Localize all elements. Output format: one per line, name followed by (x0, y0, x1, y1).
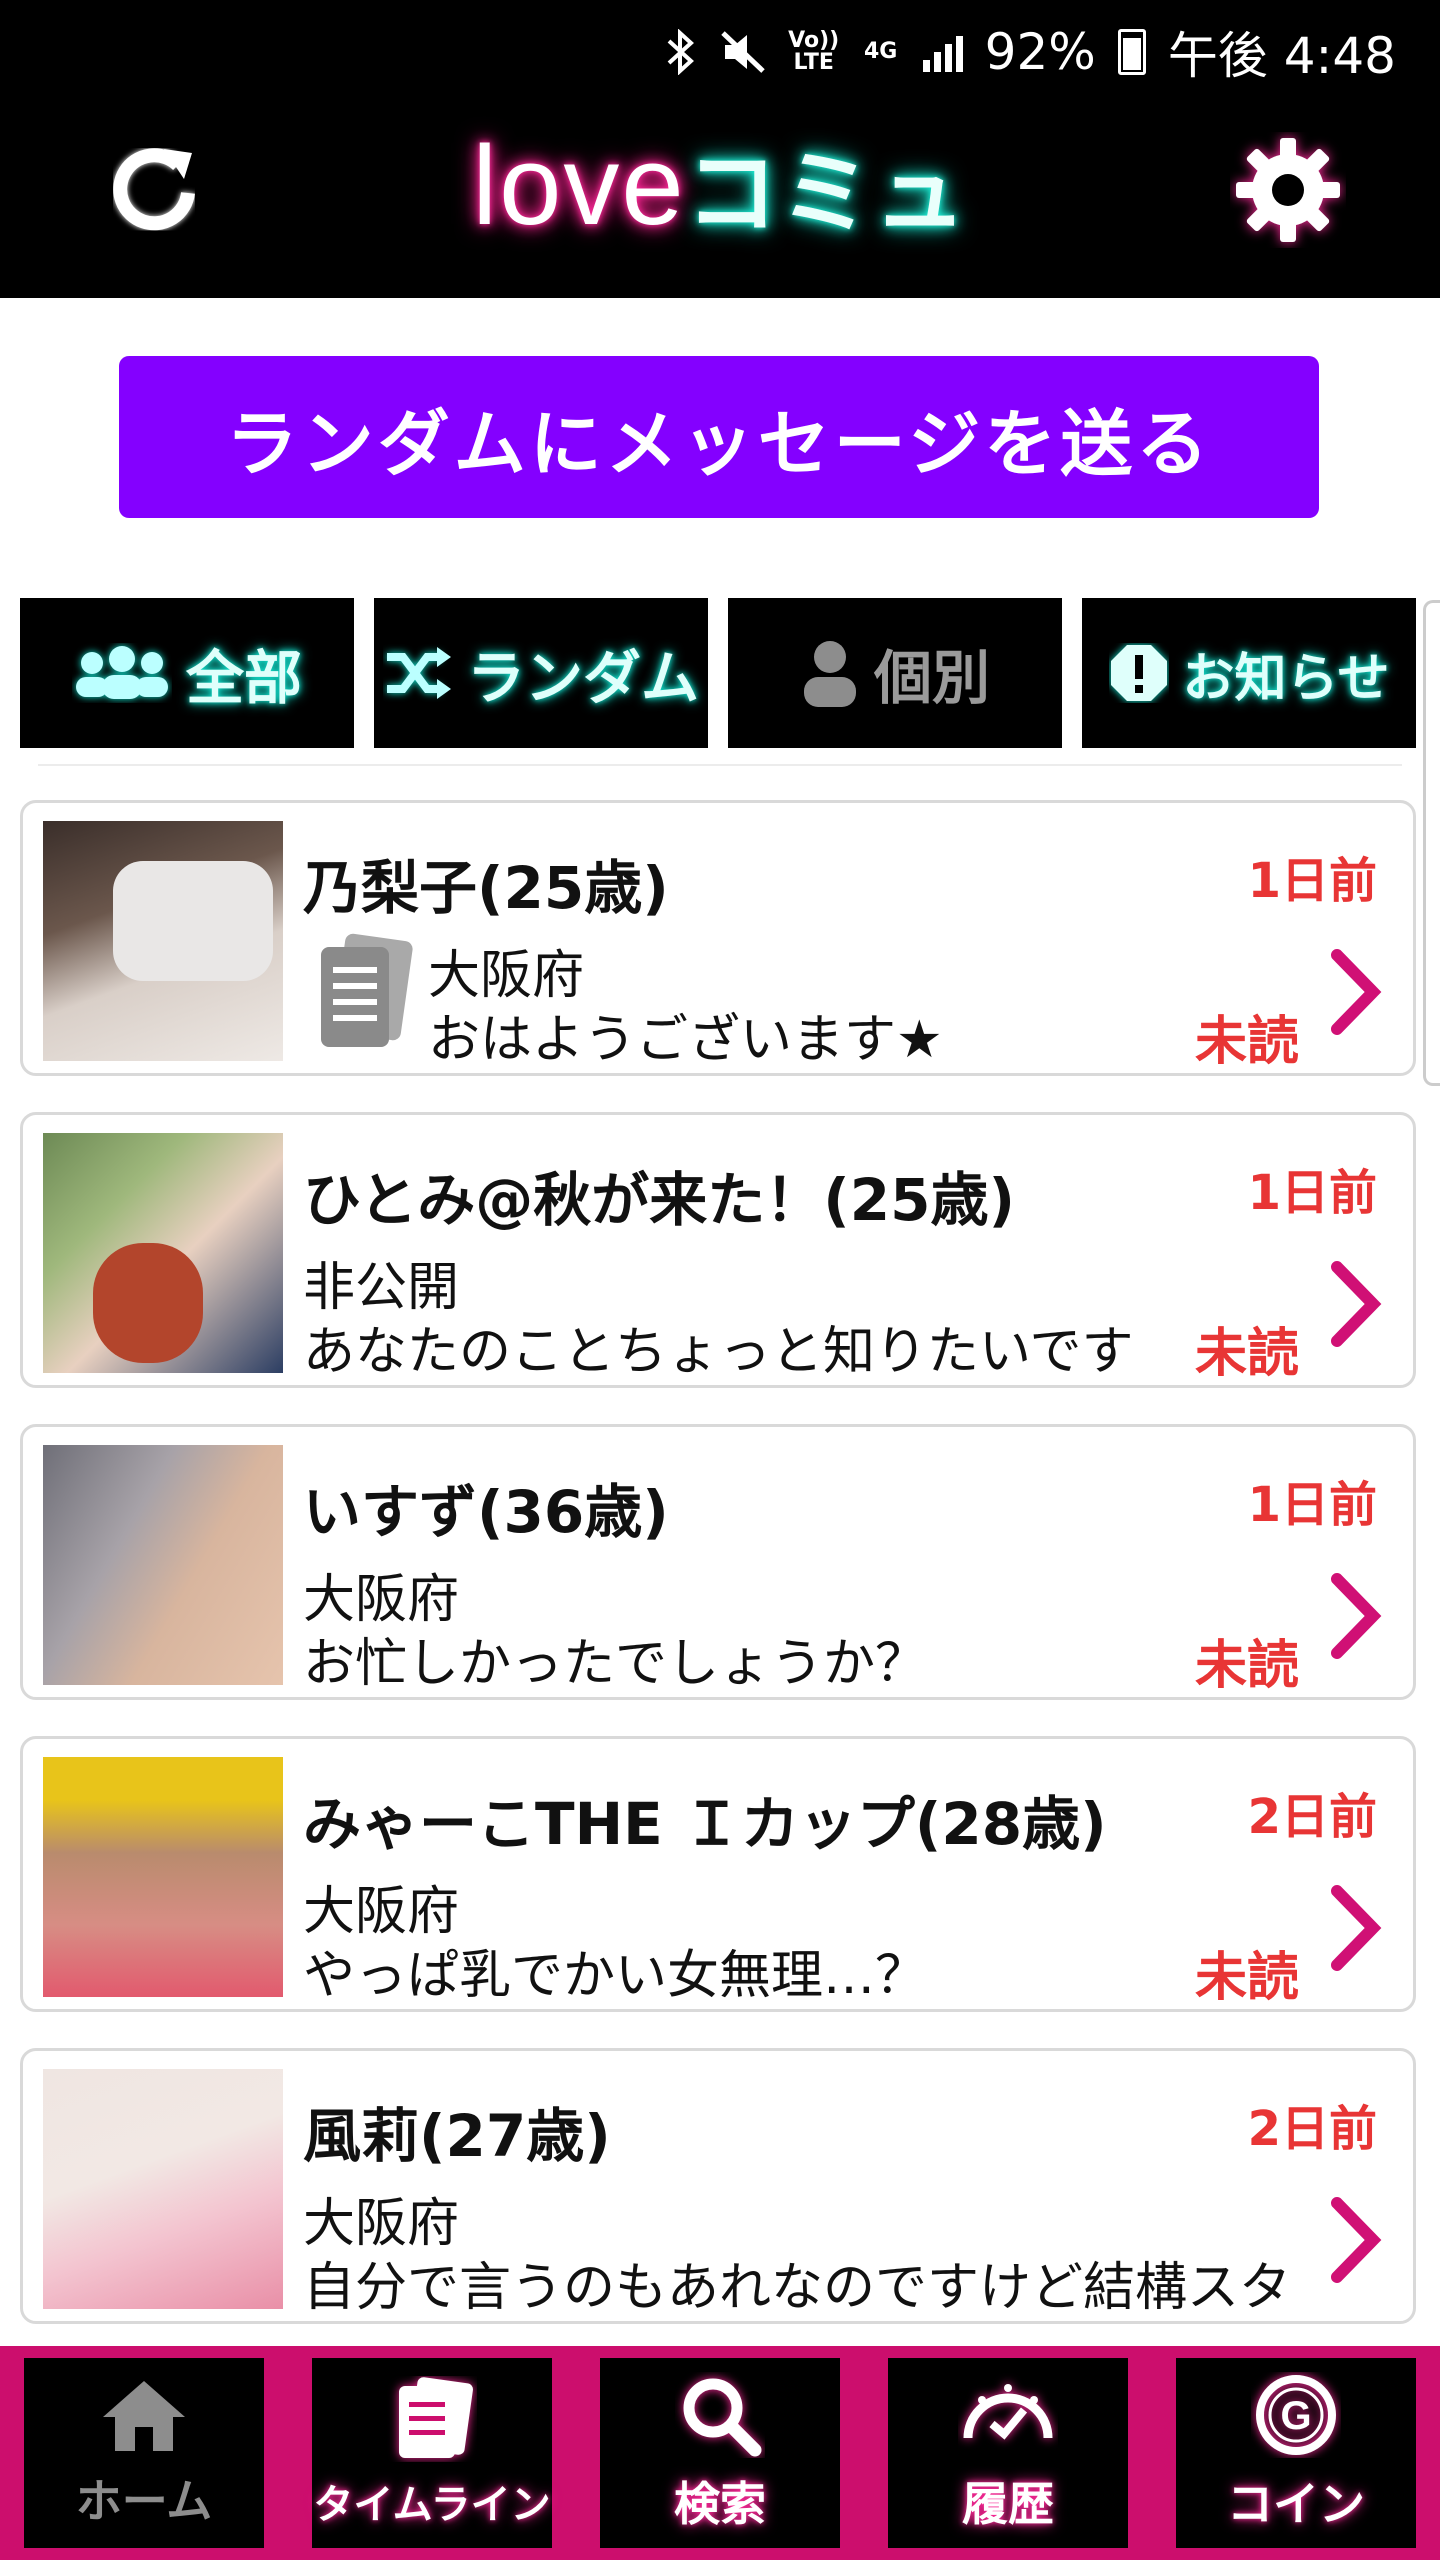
unread-badge: 未読 (1194, 1636, 1299, 1696)
divider (38, 764, 1402, 766)
filter-tabs: 全部 ランダム 個別 お知らせ (20, 598, 1420, 748)
tab-random[interactable]: ランダム (374, 598, 708, 748)
avatar (43, 1757, 283, 1997)
chevron-right-icon (1331, 1885, 1382, 1971)
sender-name: ひとみ@秋が来た！(25歳) (303, 1166, 1015, 1234)
message-preview: お忙しかったでしょうか？ (303, 1634, 928, 1694)
message-time: 2日前 (1247, 2101, 1377, 2157)
list-item[interactable]: 風莉(27歳) 2日前 大阪府 自分で言うのもあれなのですけど結構スタ (20, 2048, 1416, 2324)
battery-icon (1117, 29, 1146, 75)
unread-badge: 未読 (1194, 1948, 1299, 2008)
bluetooth-icon (663, 29, 697, 75)
message-time: 1日前 (1247, 1477, 1377, 1533)
network-4g: 4G (863, 39, 898, 64)
sender-name: 風莉(27歳) (303, 2102, 611, 2170)
message-preview: 自分で言うのもあれなのですけど結構スタ (303, 2258, 1292, 2318)
app-logo: LOVE コミュ (420, 120, 1020, 250)
chevron-right-icon (1331, 1573, 1382, 1659)
message-preview: おはようございます★ (428, 1010, 943, 1070)
unread-badge: 未読 (1194, 1012, 1299, 1072)
nav-home-label: ホーム (75, 2474, 213, 2528)
app-header: Vo)) LTE 4G 92% 午後 4:48 LOVE コミュ (0, 0, 1440, 298)
nav-timeline-label: タイムライン (313, 2482, 551, 2528)
search-icon (683, 2378, 762, 2457)
status-bar: Vo)) LTE 4G 92% 午後 4:48 (663, 16, 1396, 88)
message-time: 2日前 (1247, 1789, 1377, 1845)
timeline-icon (399, 2377, 473, 2458)
scroll-indicator[interactable] (1423, 600, 1440, 1086)
nav-search[interactable]: 検索 (600, 2358, 840, 2548)
person-icon (803, 641, 856, 707)
tab-individual[interactable]: 個別 (728, 598, 1062, 748)
chevron-right-icon (1331, 2197, 1382, 2283)
random-message-button[interactable]: ランダムにメッセージを送る (119, 356, 1319, 518)
gear-icon (1236, 138, 1340, 242)
tab-notice-label: お知らせ (1182, 648, 1390, 709)
tab-all[interactable]: 全部 (20, 598, 354, 748)
nav-timeline[interactable]: タイムライン (312, 2358, 552, 2548)
nav-coin-label: コイン (1227, 2477, 1365, 2531)
bottom-nav: ホーム タイムライン 検索 履歴 G コイン (0, 2346, 1440, 2560)
mute-icon (719, 29, 767, 75)
logo-comu: コミュ (685, 139, 968, 247)
avatar (43, 821, 283, 1061)
chevron-right-icon (1331, 949, 1382, 1035)
sender-name: いすず(36歳) (303, 1478, 669, 1546)
message-preview: やっぱ乳でかい女無理…？ (303, 1946, 928, 2006)
avatar (43, 1445, 283, 1685)
avatar (43, 1133, 283, 1373)
sender-name: みゃーこTHE Ｉカップ(28歳) (303, 1790, 1107, 1858)
tab-all-label: 全部 (185, 644, 302, 712)
logo-love: LOVE (472, 122, 686, 248)
message-time: 1日前 (1247, 853, 1377, 909)
unread-badge: 未読 (1194, 1324, 1299, 1384)
avatar (43, 2069, 283, 2309)
alert-icon (1110, 645, 1167, 701)
svg-text:G: G (1280, 2394, 1311, 2438)
list-item[interactable]: ひとみ@秋が来た！(25歳) 1日前 非公開 あなたのことちょっと知りたいです … (20, 1112, 1416, 1388)
memo-icon (321, 933, 413, 1047)
settings-button[interactable] (1228, 130, 1348, 250)
message-time: 1日前 (1247, 1165, 1377, 1221)
nav-coin[interactable]: G コイン (1176, 2358, 1416, 2548)
battery-percent: 92% (984, 23, 1096, 81)
refresh-button[interactable] (95, 130, 215, 250)
coin-icon: G (1256, 2375, 1336, 2455)
list-item[interactable]: みゃーこTHE Ｉカップ(28歳) 2日前 大阪府 やっぱ乳でかい女無理…？ 未… (20, 1736, 1416, 2012)
signal-icon (922, 32, 963, 72)
list-item[interactable]: いすず(36歳) 1日前 大阪府 お忙しかったでしょうか？ 未読 (20, 1424, 1416, 1700)
nav-home[interactable]: ホーム (24, 2358, 264, 2548)
nav-history-label: 履歴 (962, 2477, 1054, 2531)
tab-notice[interactable]: お知らせ (1082, 598, 1416, 748)
nav-history[interactable]: 履歴 (888, 2358, 1128, 2548)
list-item[interactable]: 乃梨子(25歳) 1日前 大阪府 おはようございます★ 未読 (20, 800, 1416, 1076)
network-lte: Vo)) LTE (788, 28, 840, 75)
shuffle-icon (386, 647, 451, 699)
group-icon (75, 646, 168, 699)
home-icon (103, 2381, 185, 2451)
tab-random-label: ランダム (466, 644, 699, 712)
sender-name: 乃梨子(25歳) (303, 854, 669, 922)
history-icon (963, 2384, 1053, 2440)
clock: 午後 4:48 (1167, 27, 1396, 85)
tab-individual-label: 個別 (873, 644, 990, 712)
message-preview: あなたのことちょっと知りたいです (303, 1322, 1134, 1382)
chevron-right-icon (1331, 1261, 1382, 1347)
refresh-icon (113, 148, 195, 231)
nav-search-label: 検索 (674, 2477, 766, 2531)
